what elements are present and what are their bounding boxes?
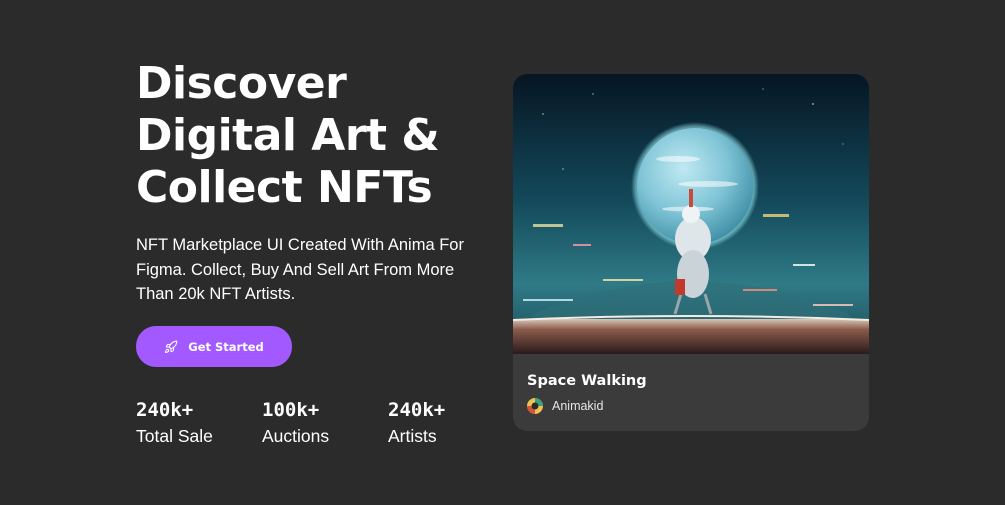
get-started-button[interactable]: Get Started bbox=[136, 326, 292, 367]
artist-name: Animakid bbox=[552, 399, 604, 413]
stats-row: 240k+ Total Sale 100k+ Auctions 240k+ Ar… bbox=[136, 398, 514, 447]
hero-title-line: Digital Art & bbox=[136, 110, 440, 161]
stat-value: 240k+ bbox=[388, 399, 446, 421]
stat-auctions: 100k+ Auctions bbox=[262, 398, 388, 447]
artist-row[interactable]: Animakid bbox=[527, 398, 855, 414]
stat-label: Total Sale bbox=[136, 426, 213, 446]
hero-title: Discover Digital Art & Collect NFTs bbox=[136, 58, 486, 214]
stat-label: Artists bbox=[388, 426, 437, 446]
stat-value: 100k+ bbox=[262, 399, 320, 421]
get-started-label: Get Started bbox=[188, 339, 264, 354]
artist-avatar bbox=[527, 398, 543, 414]
rocket-icon bbox=[165, 340, 178, 353]
stat-total-sale: 240k+ Total Sale bbox=[136, 398, 262, 447]
nft-title: Space Walking bbox=[527, 373, 647, 389]
hero-title-line: Discover bbox=[136, 58, 347, 109]
hero-title-line: Collect NFTs bbox=[136, 162, 433, 213]
hero-section: Discover Digital Art & Collect NFTs NFT … bbox=[0, 0, 1005, 505]
stat-label: Auctions bbox=[262, 426, 330, 446]
card-info: Space Walking Animakid bbox=[513, 354, 869, 414]
stat-value: 240k+ bbox=[136, 399, 194, 421]
hero-subtitle: NFT Marketplace UI Created With Anima Fo… bbox=[136, 236, 464, 303]
stat-artists: 240k+ Artists bbox=[388, 398, 514, 447]
nft-artwork-image bbox=[513, 74, 869, 354]
hero-text: Discover Digital Art & Collect NFTs NFT … bbox=[136, 58, 486, 307]
nft-card[interactable]: Space Walking Animakid bbox=[513, 74, 869, 431]
